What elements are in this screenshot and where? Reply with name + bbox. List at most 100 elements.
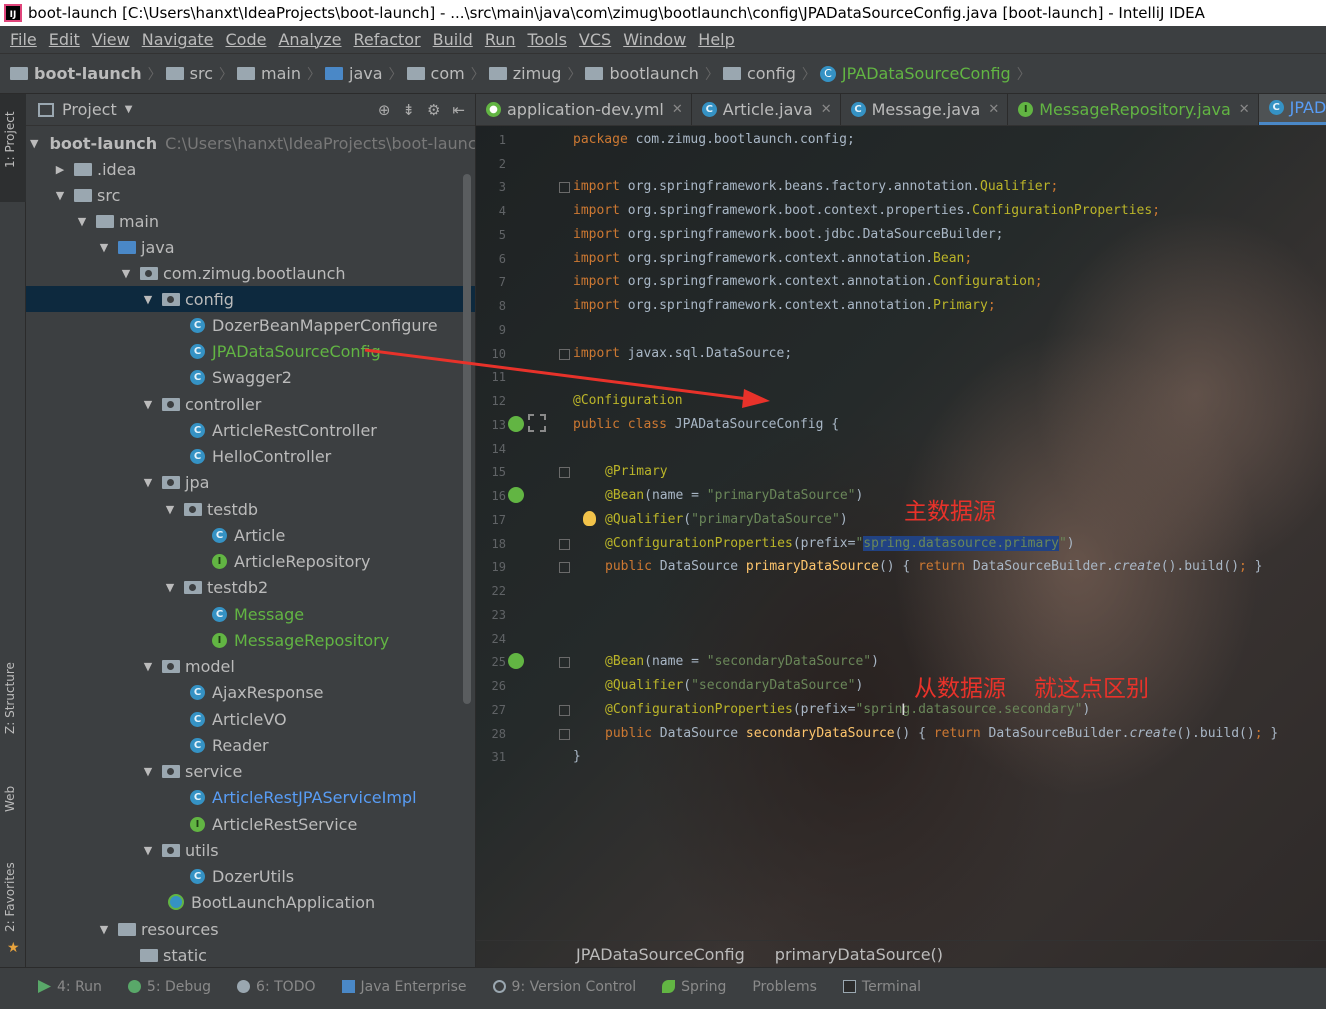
expanded-arrow-icon[interactable]: ▼ — [140, 476, 156, 489]
debug-tool-button[interactable]: 5: Debug — [127, 979, 211, 995]
collapsed-arrow-icon[interactable]: ▶ — [52, 163, 68, 176]
tree-node-boot-launch-application[interactable]: BootLaunchApplication — [26, 889, 475, 915]
menu-build[interactable]: Build — [427, 30, 479, 49]
collapse-all-icon[interactable]: ⇟ — [402, 101, 415, 119]
tree-node-article[interactable]: C Article — [26, 522, 475, 548]
menu-edit[interactable]: Edit — [43, 30, 86, 49]
tree-node-article-rest-controller[interactable]: C ArticleRestController — [26, 417, 475, 443]
menu-refactor[interactable]: Refactor — [348, 30, 427, 49]
crumb-config[interactable]: config 〉 — [722, 64, 816, 84]
code-line-26[interactable]: @Qualifier("secondaryDataSource") — [605, 678, 863, 693]
expanded-arrow-icon[interactable]: ▼ — [30, 137, 38, 150]
version-control-tool-button[interactable]: 9: Version Control — [492, 979, 636, 995]
menu-window[interactable]: Window — [617, 30, 692, 49]
hide-panel-icon[interactable]: ⇤ — [452, 101, 465, 119]
code-line-1[interactable]: package com.zimug.bootlaunch.config; — [573, 132, 855, 147]
tree-node-article-rest-jpa-service-impl[interactable]: C ArticleRestJPAServiceImpl — [26, 784, 475, 810]
menu-file[interactable]: File — [4, 30, 43, 49]
tab-article-java[interactable]: C Article.java ✕ — [692, 94, 841, 125]
fold-icon[interactable] — [559, 729, 570, 740]
structure-tool-tab[interactable]: Z: Structure — [3, 662, 17, 734]
code-line-19[interactable]: public DataSource primaryDataSource() { … — [605, 559, 1263, 574]
code-line-13[interactable]: public class JPADataSourceConfig { — [573, 417, 839, 432]
code-line-7[interactable]: import org.springframework.context.annot… — [573, 274, 1043, 289]
tree-node-service[interactable]: ▼ service — [26, 758, 475, 784]
fold-icon[interactable] — [559, 349, 570, 360]
fold-icon[interactable] — [559, 539, 570, 550]
close-icon[interactable]: ✕ — [672, 102, 683, 117]
tree-node-ajax-response[interactable]: C AjaxResponse — [26, 679, 475, 705]
code-line-25[interactable]: @Bean(name = "secondaryDataSource") — [605, 654, 879, 669]
menu-view[interactable]: View — [86, 30, 136, 49]
problems-tool-button[interactable]: Problems — [752, 979, 817, 995]
lightbulb-icon[interactable] — [583, 511, 596, 526]
fold-icon[interactable] — [559, 562, 570, 573]
tree-node-com-zimug-bootlaunch[interactable]: ▼ com.zimug.bootlaunch — [26, 260, 475, 286]
tree-node-swagger2[interactable]: C Swagger2 — [26, 364, 475, 390]
close-icon[interactable]: ✕ — [821, 102, 832, 117]
fold-icon[interactable] — [559, 182, 570, 193]
expanded-arrow-icon[interactable]: ▼ — [140, 765, 156, 778]
crumb-src[interactable]: src 〉 — [165, 64, 233, 84]
tree-node-java[interactable]: ▼ java — [26, 234, 475, 260]
expanded-arrow-icon[interactable]: ▼ — [140, 844, 156, 857]
crumb-main[interactable]: main 〉 — [237, 64, 321, 84]
tree-node-main[interactable]: ▼ main — [26, 208, 475, 234]
breadcrumb-method[interactable]: primaryDataSource() — [775, 945, 943, 964]
project-view-selector[interactable]: Project — [62, 100, 117, 119]
favorites-tool-tab[interactable]: 2: Favorites — [3, 862, 17, 932]
expanded-arrow-icon[interactable]: ▼ — [140, 398, 156, 411]
tree-node-hello-controller[interactable]: C HelloController — [26, 443, 475, 469]
tree-node-message-repository[interactable]: I MessageRepository — [26, 627, 475, 653]
close-icon[interactable]: ✕ — [988, 102, 999, 117]
crumb-zimug[interactable]: zimug 〉 — [488, 64, 581, 84]
tree-node-src[interactable]: ▼ src — [26, 182, 475, 208]
menu-run[interactable]: Run — [479, 30, 522, 49]
menu-analyze[interactable]: Analyze — [272, 30, 347, 49]
code-line-17[interactable]: @Qualifier("primaryDataSource") — [605, 512, 848, 527]
tree-node-utils[interactable]: ▼ utils — [26, 837, 475, 863]
code-line-5[interactable]: import org.springframework.boot.jdbc.Dat… — [573, 227, 1003, 242]
crumb-bootlaunch[interactable]: bootlaunch 〉 — [585, 64, 719, 84]
tree-node-idea[interactable]: ▶ .idea — [26, 156, 475, 182]
code-line-27[interactable]: @ConfigurationProperties(prefix="spring.… — [605, 702, 1090, 717]
menu-help[interactable]: Help — [692, 30, 740, 49]
tree-node-static[interactable]: static — [26, 942, 475, 967]
tab-application-dev-yml[interactable]: ● application-dev.yml ✕ — [476, 94, 692, 125]
tree-node-reader[interactable]: C Reader — [26, 732, 475, 758]
code-line-31[interactable]: } — [573, 749, 581, 764]
fold-icon[interactable] — [559, 467, 570, 478]
expanded-arrow-icon[interactable]: ▼ — [96, 241, 112, 254]
implementations-gutter-icon[interactable] — [528, 414, 546, 432]
fold-icon[interactable] — [559, 705, 570, 716]
crumb-project[interactable]: boot-launch 〉 — [10, 64, 162, 84]
code-line-18[interactable]: @ConfigurationProperties(prefix="spring.… — [605, 536, 1075, 551]
menu-code[interactable]: Code — [220, 30, 273, 49]
run-tool-button[interactable]: 4: Run — [38, 979, 102, 995]
code-line-8[interactable]: import org.springframework.context.annot… — [573, 298, 996, 313]
crumb-class[interactable]: C JPADataSourceConfig 〉 — [819, 64, 1031, 84]
expanded-arrow-icon[interactable]: ▼ — [118, 267, 134, 280]
tab-message-java[interactable]: C Message.java ✕ — [841, 94, 1009, 125]
tree-node-article-repository[interactable]: I ArticleRepository — [26, 548, 475, 574]
menu-tools[interactable]: Tools — [522, 30, 573, 49]
menu-vcs[interactable]: VCS — [573, 30, 617, 49]
tree-node-jpa-datasource-config[interactable]: C JPADataSourceConfig — [26, 338, 475, 364]
expanded-arrow-icon[interactable]: ▼ — [140, 293, 156, 306]
tab-message-repository-java[interactable]: I MessageRepository.java ✕ — [1008, 94, 1259, 125]
close-icon[interactable]: ✕ — [1239, 102, 1250, 117]
tree-node-boot-launch[interactable]: ▼ boot-launch C:\Users\hanxt\IdeaProjects… — [26, 130, 475, 156]
tree-node-dozer-utils[interactable]: C DozerUtils — [26, 863, 475, 889]
tree-node-testdb[interactable]: ▼ testdb — [26, 496, 475, 522]
tree-node-model[interactable]: ▼ model — [26, 653, 475, 679]
menu-navigate[interactable]: Navigate — [136, 30, 220, 49]
chevron-down-icon[interactable]: ▼ — [125, 104, 133, 115]
terminal-tool-button[interactable]: Terminal — [842, 979, 921, 995]
tree-node-article-vo[interactable]: C ArticleVO — [26, 706, 475, 732]
tree-node-article-rest-service[interactable]: I ArticleRestService — [26, 811, 475, 837]
spring-bean-gutter-icon[interactable] — [508, 487, 524, 503]
spring-bean-gutter-icon[interactable] — [508, 653, 524, 669]
expanded-arrow-icon[interactable]: ▼ — [74, 215, 90, 228]
code-line-15[interactable]: @Primary — [605, 464, 668, 479]
code-line-6[interactable]: import org.springframework.context.annot… — [573, 251, 972, 266]
